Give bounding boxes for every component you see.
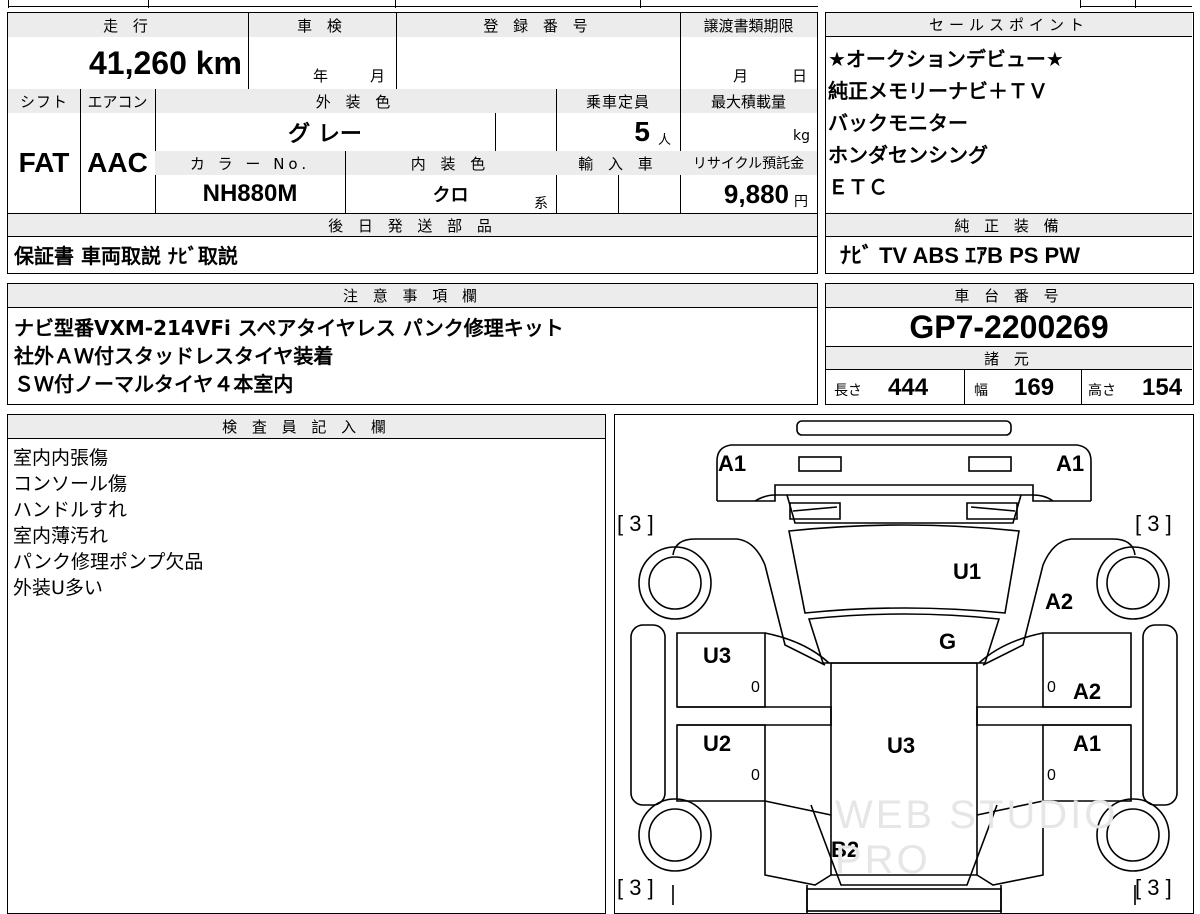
equipment-value: ﾅﾋﾞ TV ABS ｴｱB PS PW xyxy=(840,243,1080,268)
car-diagram-box: A1 A1 [ 3 ] [ 3 ] U1 A2 G U3 0 0 A2 U2 U… xyxy=(614,414,1194,914)
inspector-label: 検 査 員 記 入 欄 xyxy=(8,415,605,439)
notes-box: 注 意 事 項 欄 ナビ型番VXM-214VFi スペアタイヤレス パンク修理キ… xyxy=(7,283,818,405)
ac-label: エアコン xyxy=(80,89,155,113)
equipment-label: 純 正 装 備 xyxy=(826,213,1192,237)
note-line-1: ナビ型番VXM-214VFi スペアタイヤレス パンク修理キット xyxy=(14,316,564,340)
diagram-zero-1: 0 xyxy=(751,679,760,696)
diagram-zero-3: 0 xyxy=(751,767,760,784)
capacity-label: 乗車定員 xyxy=(556,89,680,113)
exterior-color-value: グ レー xyxy=(288,122,362,147)
sales-points-box: セールスポイント ★オークションデビュー★ 純正メモリーナビ＋ＴＶ バックモニタ… xyxy=(825,12,1194,274)
diagram-a2-right-door: A2 xyxy=(1073,679,1102,704)
max-load-label: 最大積載量 xyxy=(680,89,817,113)
inspector-line-6: 外装U多い xyxy=(13,577,103,599)
diagram-a1-right: A1 xyxy=(1056,451,1085,476)
registration-label: 登 録 番 号 xyxy=(396,13,680,37)
height-value: 154 xyxy=(1142,374,1183,401)
top-strip xyxy=(0,0,1200,8)
sales-points-list: ★オークションデビュー★ 純正メモリーナビ＋ＴＶ バックモニター ホンダセンシン… xyxy=(828,43,1190,203)
inspector-line-5: パンク修理ポンプ欠品 xyxy=(13,551,204,573)
color-no-label: カ ラ ー No. xyxy=(155,151,345,175)
sales-point-1: ★オークションデビュー★ xyxy=(828,47,1064,71)
diagram-a1-left: A1 xyxy=(718,451,747,476)
diagram-a1-right-door: A1 xyxy=(1073,731,1102,756)
sales-point-4: ホンダセンシング xyxy=(828,143,988,167)
sales-point-2: 純正メモリーナビ＋ＴＶ xyxy=(828,79,1048,103)
length-label: 長さ xyxy=(834,383,862,399)
vehicle-info-box: 走 行 車 検 登 録 番 号 譲渡書類期限 41,260 km 年 月 月 日… xyxy=(7,12,818,274)
interior-color-unit: 系 xyxy=(534,196,548,212)
capacity-unit: 人 xyxy=(658,133,672,148)
color-no-value: NH880M xyxy=(202,180,298,207)
capacity-value: 5 xyxy=(634,116,650,147)
diagram-a2-right: A2 xyxy=(1045,589,1074,614)
diagram-tire-front-right: [ 3 ] xyxy=(1135,511,1172,536)
sales-point-3: バックモニター xyxy=(828,111,968,135)
diagram-zero-4: 0 xyxy=(1047,767,1056,784)
inspection-year-unit: 年 xyxy=(313,67,329,85)
width-label: 幅 xyxy=(974,383,988,399)
max-load-unit: kg xyxy=(793,128,810,144)
transfer-deadline-label: 譲渡書類期限 xyxy=(680,13,817,37)
note-line-2: 社外ＡＷ付スタッドレスタイヤ装着 xyxy=(14,344,334,368)
later-parts-label: 後 日 発 送 部 品 xyxy=(8,213,817,237)
interior-color-value: クロ xyxy=(432,185,469,206)
inspector-box: 検 査 員 記 入 欄 室内内張傷 コンソール傷 ハンドルすれ 室内薄汚れ パン… xyxy=(7,414,606,914)
chassis-box: 車 台 番 号 GP7-2200269 諸 元 長さ 444 幅 169 高さ … xyxy=(825,283,1194,405)
diagram-u1: U1 xyxy=(953,559,982,584)
later-parts-value: 保証書 車両取説 ﾅﾋﾞ取説 xyxy=(14,243,238,268)
diagram-tire-front-left: [ 3 ] xyxy=(617,511,654,536)
inspector-line-2: コンソール傷 xyxy=(13,473,128,495)
recycle-unit: 円 xyxy=(794,194,808,210)
diagram-u2-left: U2 xyxy=(703,731,732,756)
sales-point-5: ＥＴＣ xyxy=(828,175,888,199)
import-label: 輸 入 車 xyxy=(556,151,680,175)
recycle-label: リサイクル預託金 xyxy=(680,151,817,175)
inspection-month-unit: 月 xyxy=(370,67,386,85)
specs-label: 諸 元 xyxy=(826,346,1192,370)
shift-label: シフト xyxy=(8,89,80,113)
inspection-label: 車 検 xyxy=(248,13,396,37)
inspector-line-3: ハンドルすれ xyxy=(13,499,128,521)
recycle-value: 9,880 xyxy=(723,178,789,209)
note-line-3: ＳＷ付ノーマルタイヤ４本室内 xyxy=(14,372,294,396)
transfer-day-unit: 日 xyxy=(792,67,808,85)
inspector-line-4: 室内薄汚れ xyxy=(13,525,109,547)
transfer-month-unit: 月 xyxy=(733,67,749,85)
chassis-label: 車 台 番 号 xyxy=(826,284,1192,308)
chassis-value: GP7-2200269 xyxy=(909,308,1109,345)
mileage-label: 走 行 xyxy=(8,13,248,37)
shift-value: FAT xyxy=(18,147,70,178)
exterior-color-label: 外 装 色 xyxy=(155,89,556,113)
interior-color-label: 内 装 色 xyxy=(345,151,556,175)
diagram-tire-rear-left: [ 3 ] xyxy=(617,875,654,900)
mileage-value: 41,260 km xyxy=(88,44,242,81)
height-label: 高さ xyxy=(1088,383,1116,399)
sales-points-label: セールスポイント xyxy=(826,13,1192,37)
diagram-zero-2: 0 xyxy=(1047,679,1056,696)
width-value: 169 xyxy=(1014,374,1055,401)
ac-value: AAC xyxy=(87,147,148,178)
watermark: WEB STUDIO PRO xyxy=(835,793,1119,882)
diagram-u3-left: U3 xyxy=(703,643,732,668)
notes-label: 注 意 事 項 欄 xyxy=(8,284,817,308)
diagram-g: G xyxy=(939,629,957,654)
length-value: 444 xyxy=(888,374,929,401)
diagram-u3-center: U3 xyxy=(887,733,916,758)
inspector-line-1: 室内内張傷 xyxy=(13,447,109,469)
